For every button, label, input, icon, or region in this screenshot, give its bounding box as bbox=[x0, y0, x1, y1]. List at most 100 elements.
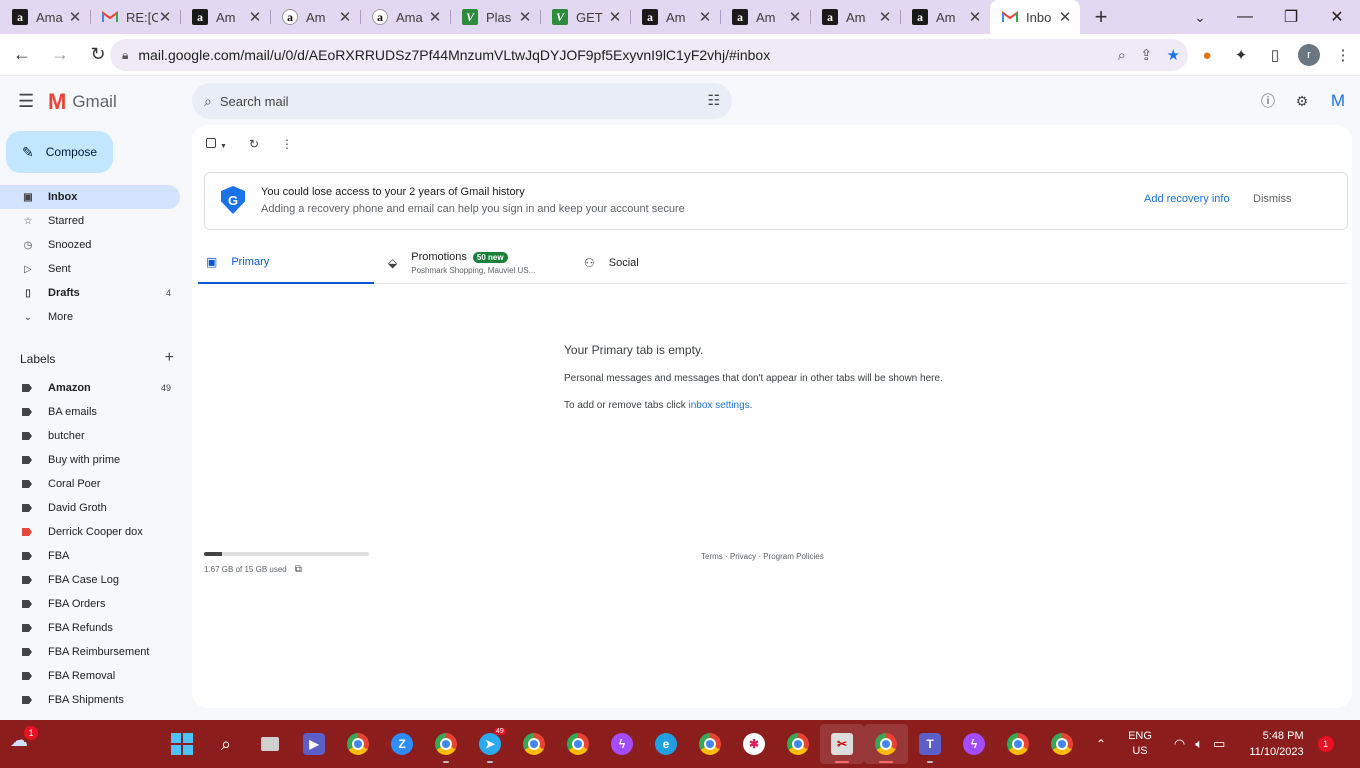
browser-tab[interactable]: a Ama ✕ bbox=[360, 0, 450, 34]
browser-tab[interactable]: a Am ✕ bbox=[810, 0, 900, 34]
edge-icon[interactable]: e bbox=[644, 724, 688, 764]
browser-tab[interactable]: a Am ✕ bbox=[270, 0, 360, 34]
label-item[interactable]: Amazon 49 bbox=[0, 376, 180, 400]
close-icon[interactable]: ✕ bbox=[968, 8, 982, 26]
close-icon[interactable]: ✕ bbox=[1058, 8, 1072, 26]
sidebar-item-starred[interactable]: ☆ Starred bbox=[0, 209, 180, 233]
browser-tab[interactable]: a Am ✕ bbox=[720, 0, 810, 34]
refresh-icon[interactable]: ↻ bbox=[249, 137, 259, 151]
label-item[interactable]: FBA Case Log bbox=[0, 568, 180, 592]
label-item[interactable]: FBA bbox=[0, 544, 180, 568]
more-options-icon[interactable]: ⋮ bbox=[281, 137, 293, 151]
close-icon[interactable]: ✕ bbox=[698, 8, 712, 26]
weather-icon[interactable]: ☁ 1 bbox=[10, 726, 38, 756]
label-item[interactable]: Derrick Cooper dox bbox=[0, 520, 180, 544]
inbox-settings-link[interactable]: inbox settings bbox=[689, 400, 750, 411]
browser-profile-avatar[interactable]: r bbox=[1298, 44, 1320, 66]
label-item[interactable]: BA emails bbox=[0, 400, 180, 424]
sidebar-item-drafts[interactable]: ▯ Drafts 4 bbox=[0, 281, 180, 305]
close-icon[interactable]: ✕ bbox=[428, 8, 442, 26]
label-item[interactable]: FBA Removal bbox=[0, 664, 180, 688]
chrome-profile-icon[interactable] bbox=[424, 724, 468, 764]
close-icon[interactable]: ✕ bbox=[608, 8, 622, 26]
address-bar[interactable]: 🔒︎ mail.google.com/mail/u/0/d/AEoRXRRUDS… bbox=[110, 39, 1188, 71]
browser-tab[interactable]: Inbo ✕ bbox=[990, 0, 1080, 34]
label-item[interactable]: David Groth bbox=[0, 496, 180, 520]
search-input[interactable]: Search mail bbox=[220, 94, 289, 109]
extension-icon[interactable]: ● bbox=[1196, 44, 1218, 66]
sidebar-item-inbox[interactable]: ▣ Inbox bbox=[0, 185, 180, 209]
forward-button[interactable]: → bbox=[44, 39, 76, 71]
new-tab-button[interactable]: + bbox=[1086, 0, 1116, 34]
browser-tab[interactable]: a Am ✕ bbox=[180, 0, 270, 34]
open-external-icon[interactable]: ⧉ bbox=[295, 564, 302, 575]
tab-social[interactable]: ⚇ Social bbox=[584, 242, 639, 284]
search-bar[interactable]: ⌕ Search mail ☷ bbox=[192, 83, 732, 119]
chrome-icon[interactable] bbox=[336, 724, 380, 764]
footer-links[interactable]: Terms · Privacy · Program Policies bbox=[701, 552, 824, 561]
close-window-button[interactable]: ✕ bbox=[1314, 7, 1360, 27]
help-icon[interactable]: ⓘ bbox=[1258, 91, 1278, 111]
wifi-icon[interactable]: ◠ bbox=[1174, 736, 1185, 752]
browser-tab[interactable]: a Am ✕ bbox=[630, 0, 720, 34]
close-icon[interactable]: ✕ bbox=[158, 8, 172, 26]
close-icon[interactable]: ✕ bbox=[68, 8, 82, 26]
main-menu-icon[interactable]: ☰ bbox=[18, 91, 34, 112]
back-button[interactable]: ← bbox=[6, 39, 38, 71]
meet-icon[interactable]: ▶ bbox=[292, 724, 336, 764]
chrome-icon-6[interactable] bbox=[996, 724, 1040, 764]
chrome-icon-3[interactable] bbox=[556, 724, 600, 764]
task-view-icon[interactable] bbox=[248, 724, 292, 764]
chrome-icon-5[interactable] bbox=[776, 724, 820, 764]
volume-icon[interactable]: 🔈︎ bbox=[1195, 736, 1203, 752]
clock[interactable]: 5:48 PM 11/10/2023 bbox=[1249, 728, 1303, 760]
teams-icon[interactable]: T bbox=[908, 724, 952, 764]
messenger-icon[interactable]: ϟ bbox=[600, 724, 644, 764]
label-item[interactable]: Buy with prime bbox=[0, 448, 180, 472]
chrome-icon-4[interactable] bbox=[688, 724, 732, 764]
search-taskbar-icon[interactable]: ⌕ bbox=[204, 724, 248, 764]
notification-badge[interactable]: 1 bbox=[1317, 736, 1334, 752]
label-item[interactable]: FBA Shipments bbox=[0, 688, 180, 712]
settings-gear-icon[interactable]: ⚙ bbox=[1292, 91, 1312, 111]
search-options-icon[interactable]: ☷ bbox=[707, 92, 720, 109]
label-item[interactable]: Coral Poer bbox=[0, 472, 180, 496]
close-icon[interactable]: ✕ bbox=[338, 8, 352, 26]
zoom-app-icon[interactable]: Z bbox=[380, 724, 424, 764]
sidebar-item-more[interactable]: ⌄ More bbox=[0, 305, 180, 329]
telegram-icon[interactable]: ➤ 49 bbox=[468, 724, 512, 764]
chrome-icon-7[interactable] bbox=[1040, 724, 1084, 764]
add-recovery-info-button[interactable]: Add recovery info bbox=[1144, 193, 1230, 205]
close-icon[interactable]: ✕ bbox=[878, 8, 892, 26]
snipping-tool-icon[interactable]: ✂ bbox=[820, 724, 864, 764]
maximize-button[interactable]: ❐ bbox=[1268, 7, 1314, 27]
label-item[interactable]: butcher bbox=[0, 424, 180, 448]
messenger-icon-2[interactable]: ϟ bbox=[952, 724, 996, 764]
tab-promotions[interactable]: ⬙ Promotions 50 new Poshmark Shopping, M… bbox=[388, 242, 535, 284]
label-item[interactable]: FBA Refunds bbox=[0, 616, 180, 640]
browser-tab[interactable]: V GET ✕ bbox=[540, 0, 630, 34]
label-item[interactable]: FBA Orders bbox=[0, 592, 180, 616]
bookmark-star-icon[interactable]: ★ bbox=[1167, 46, 1180, 64]
close-icon[interactable]: ✕ bbox=[788, 8, 802, 26]
account-avatar[interactable]: M bbox=[1326, 89, 1350, 113]
minimize-button[interactable]: — bbox=[1222, 8, 1268, 26]
close-icon[interactable]: ✕ bbox=[518, 8, 532, 26]
browser-tab[interactable]: V Plas ✕ bbox=[450, 0, 540, 34]
side-panel-icon[interactable]: ▯ bbox=[1264, 44, 1286, 66]
show-hidden-icons-chevron-icon[interactable]: ⌃ bbox=[1096, 737, 1106, 751]
slack-icon[interactable]: ✱ bbox=[732, 724, 776, 764]
select-checkbox[interactable]: ▼ bbox=[206, 137, 227, 151]
browser-menu-icon[interactable]: ⋮ bbox=[1332, 44, 1354, 66]
sidebar-item-snoozed[interactable]: ◷ Snoozed bbox=[0, 233, 180, 257]
add-label-icon[interactable]: + bbox=[165, 350, 174, 366]
close-icon[interactable]: ✕ bbox=[248, 8, 262, 26]
language-indicator[interactable]: ENG US bbox=[1128, 729, 1152, 759]
share-icon[interactable]: ⇪ bbox=[1140, 46, 1153, 64]
tab-search-icon[interactable]: ⌄ bbox=[1186, 0, 1214, 34]
compose-button[interactable]: ✎ Compose bbox=[6, 131, 113, 173]
start-button[interactable] bbox=[160, 724, 204, 764]
chrome-icon-2[interactable] bbox=[512, 724, 556, 764]
zoom-icon[interactable]: ⌕ bbox=[1118, 47, 1126, 64]
gmail-logo[interactable]: M Gmail bbox=[48, 89, 117, 115]
